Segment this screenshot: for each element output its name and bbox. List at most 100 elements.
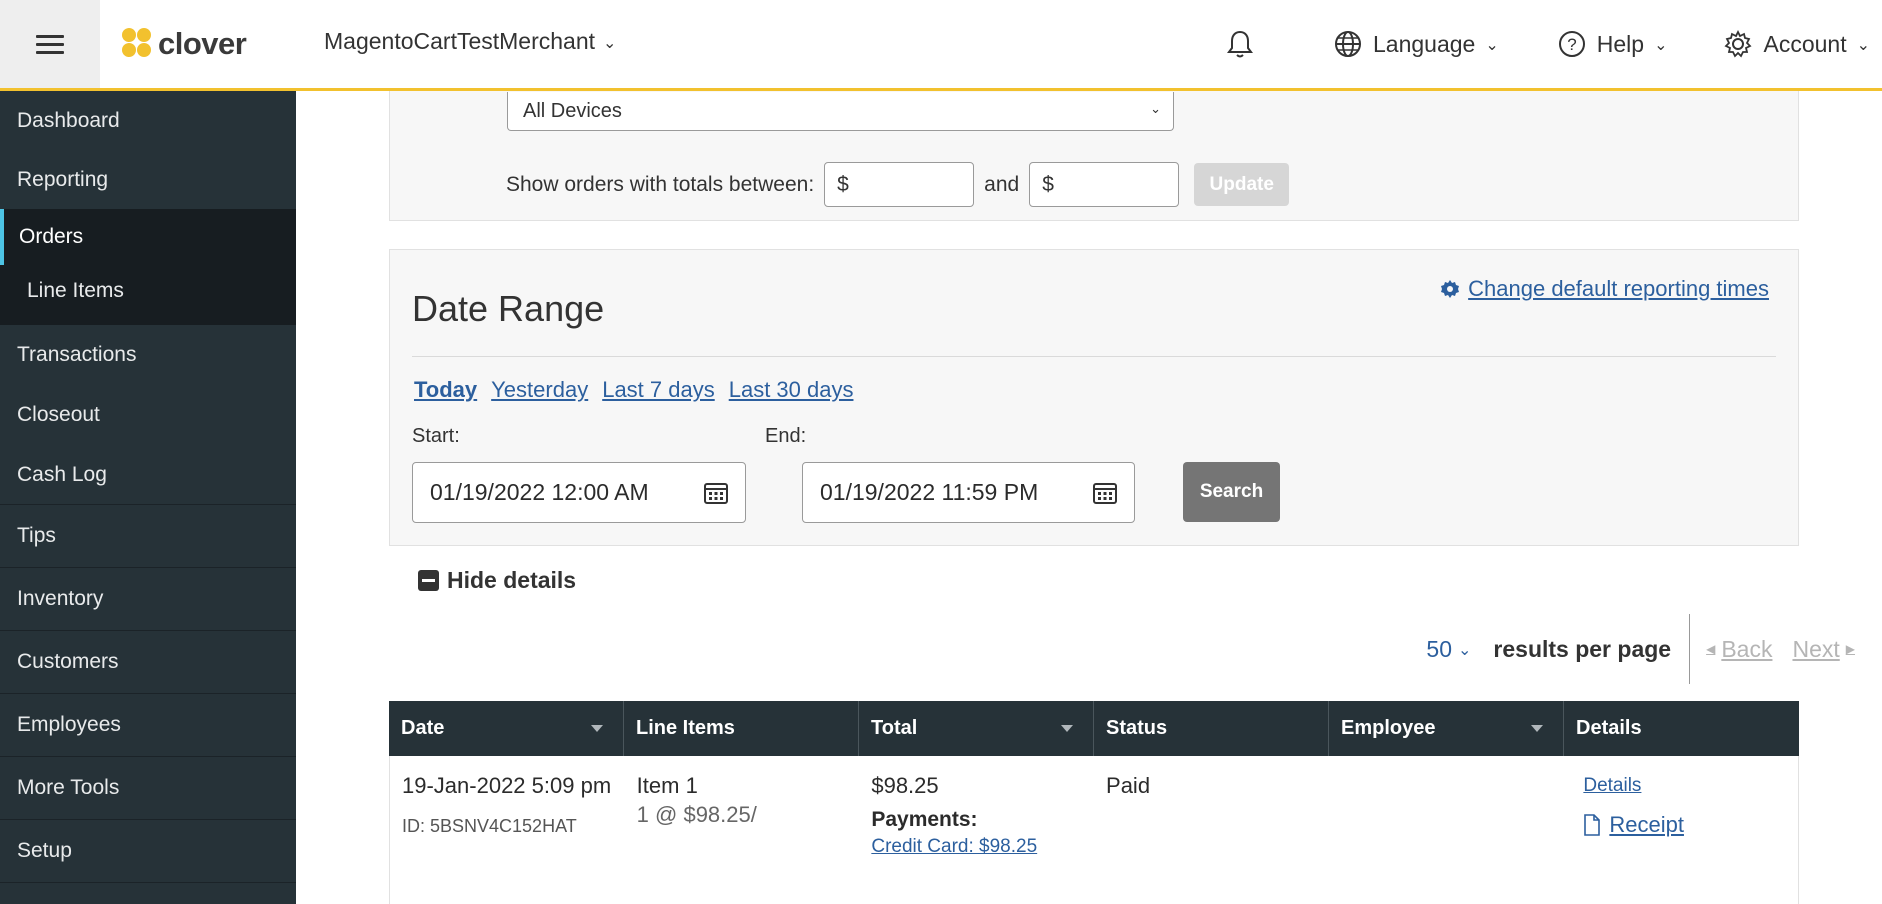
clover-logo-icon [122,28,154,60]
end-date-value: 01/19/2022 11:59 PM [820,479,1039,505]
date-range-panel: Date Range Change default reporting time… [389,249,1799,546]
sidebar-item-inventory[interactable]: Inventory [0,568,296,631]
next-button[interactable]: Next ▶ [1792,636,1855,663]
table-row: 19-Jan-2022 5:09 pm ID: 5BSNV4C152HAT It… [389,756,1799,904]
sidebar-item-dashboard[interactable]: Dashboard [0,91,296,150]
per-page-label: results per page [1493,635,1672,662]
sidebar-item-label: Closeout [17,403,100,426]
range-last-30-days-link[interactable]: Last 30 days [729,377,854,403]
collapse-icon [418,570,439,591]
clover-logo[interactable]: clover [122,24,247,64]
min-total-input[interactable]: $ [824,162,975,207]
max-total-input[interactable]: $ [1029,162,1180,207]
sidebar-item-orders[interactable]: Orders [0,209,296,265]
sidebar-item-customers[interactable]: Customers [0,631,296,694]
sidebar-item-closeout[interactable]: Closeout [0,385,296,445]
sidebar-item-label: Transactions [17,343,137,366]
sort-icon [1531,725,1543,732]
device-select[interactable]: All Devices ⌄ [507,92,1174,131]
range-yesterday-link[interactable]: Yesterday [491,377,588,403]
order-total: $98.25 [871,773,939,798]
table-header: Date Line Items Total Status Employee De… [389,701,1799,756]
sidebar-item-more-tools[interactable]: More Tools [0,757,296,820]
range-last-7-days-link[interactable]: Last 7 days [602,377,715,403]
calendar-icon[interactable] [1092,481,1118,505]
sidebar-item-line-items[interactable]: Line Items [0,265,296,317]
chevron-down-icon: ⌄ [1150,101,1161,116]
currency-symbol: $ [1042,172,1054,196]
range-today-link[interactable]: Today [414,377,477,403]
item-quantity: 1 @ $98.25/ [636,802,757,827]
menu-icon [36,30,64,59]
details-link[interactable]: Details [1583,770,1786,802]
hide-details-toggle[interactable]: Hide details [418,567,576,594]
chevron-left-icon: ◀ [1706,642,1716,656]
search-button[interactable]: Search [1183,462,1280,522]
cell-details: Details Receipt [1563,756,1798,904]
sidebar-item-cash-log[interactable]: Cash Log [0,445,296,505]
account-menu[interactable]: Account ⌄ [1723,29,1870,59]
payment-link[interactable]: Credit Card: $98.25 [871,836,1082,858]
sidebar-item-reporting[interactable]: Reporting [0,150,296,209]
calendar-icon[interactable] [703,481,729,505]
merchant-selector[interactable]: MagentoCartTestMerchant ⌄ [324,28,616,55]
menu-button[interactable] [0,0,100,88]
start-date-input[interactable]: 01/19/2022 12:00 AM [412,462,746,523]
column-label: Employee [1341,717,1436,739]
order-id: ID: 5BSNV4C152HAT [402,816,577,836]
notifications-button[interactable] [1227,29,1254,59]
sort-icon [591,725,603,732]
receipt-link[interactable]: Receipt [1583,812,1786,838]
device-select-value: All Devices [523,99,622,122]
cell-line-items: Item 1 1 @ $98.25/ [625,756,860,904]
totals-filter: Show orders with totals between: $ and $… [506,162,1290,207]
sort-icon [1061,725,1073,732]
end-label: End: [765,425,807,447]
per-page-value: 50 [1426,635,1452,662]
cell-employee [1329,756,1564,904]
column-header-date[interactable]: Date [389,701,624,756]
payments-label: Payments: [871,808,978,831]
pagination: 50 ⌄ results per page ◀ Back Next ▶ [1426,613,1855,685]
sidebar-item-transactions[interactable]: Transactions [0,325,296,385]
currency-symbol: $ [837,172,849,196]
sidebar-item-setup[interactable]: Setup [0,820,296,883]
end-date-input[interactable]: 01/19/2022 11:59 PM [802,462,1135,523]
column-header-total[interactable]: Total [859,701,1094,756]
update-button[interactable]: Update [1194,163,1290,206]
gear-icon [1724,29,1753,58]
per-page-select[interactable]: 50 ⌄ [1426,636,1471,663]
column-label: Line Items [636,717,735,739]
and-label: and [984,172,1020,196]
start-date-value: 01/19/2022 12:00 AM [430,479,649,505]
sidebar-item-label: More Tools [17,776,120,799]
divider [1689,614,1691,684]
column-label: Status [1106,717,1168,739]
change-reporting-times-link[interactable]: Change default reporting times [1440,276,1769,302]
language-menu[interactable]: Language ⌄ [1333,29,1499,59]
sidebar-item-label: Inventory [17,587,104,610]
order-date: 19-Jan-2022 5:09 pm [402,773,612,798]
language-label: Language [1373,30,1476,57]
sidebar-item-employees[interactable]: Employees [0,694,296,757]
sidebar: Dashboard Reporting Orders Line Items Tr… [0,91,296,904]
totals-label: Show orders with totals between: [506,172,815,196]
chevron-down-icon: ⌄ [603,34,617,52]
back-button[interactable]: ◀ Back [1706,636,1772,663]
cell-date: 19-Jan-2022 5:09 pm ID: 5BSNV4C152HAT [390,756,625,904]
svg-text:?: ? [1567,35,1576,54]
sidebar-item-label: Line Items [27,279,124,302]
sidebar-item-tips[interactable]: Tips [0,505,296,568]
sidebar-item-label: Tips [17,524,56,547]
chevron-right-icon: ▶ [1845,642,1855,656]
top-bar: clover MagentoCartTestMerchant ⌄ Languag… [0,0,1882,91]
help-icon: ? [1558,31,1585,57]
column-header-employee[interactable]: Employee [1329,701,1564,756]
column-header-line-items: Line Items [624,701,859,756]
next-label: Next [1792,635,1840,662]
document-icon [1584,814,1601,836]
receipt-label: Receipt [1609,812,1684,837]
account-label: Account [1763,30,1847,57]
column-label: Total [871,717,918,739]
help-menu[interactable]: ? Help ⌄ [1557,29,1667,59]
